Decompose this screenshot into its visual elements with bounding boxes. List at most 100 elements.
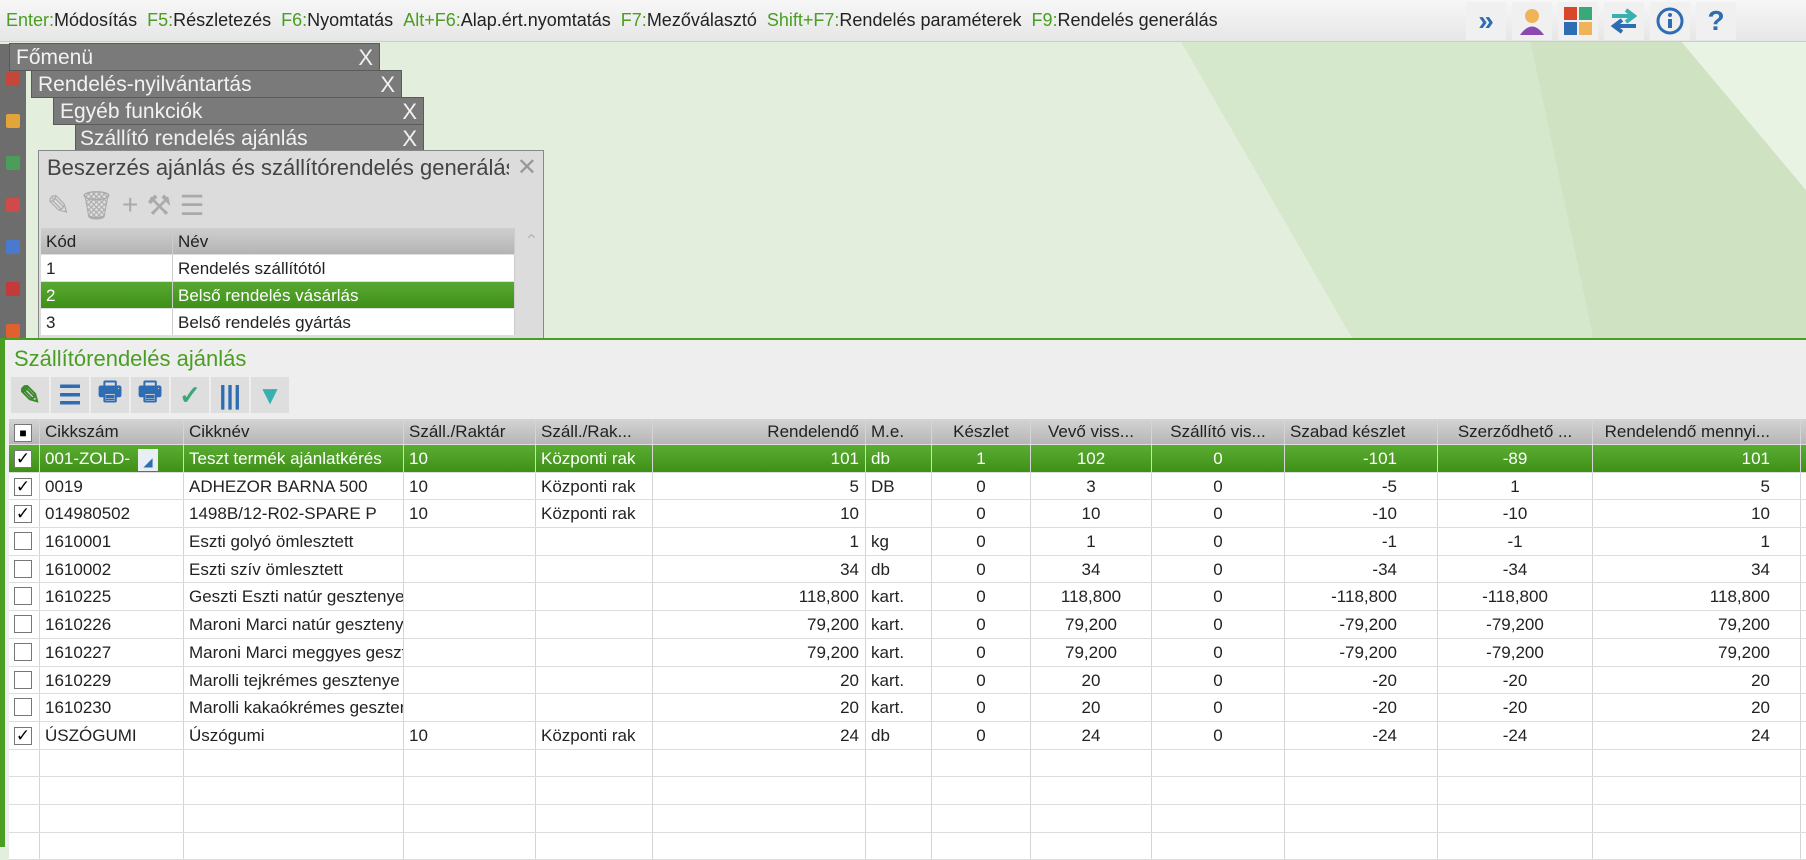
double-chevron-right-icon[interactable]: » (1466, 2, 1506, 40)
table-row[interactable]: 1610227Maroni Marci meggyes gesztenye 79,… (9, 638, 1806, 667)
column-header-kod[interactable]: Kód (41, 228, 173, 254)
cell: 014980502 (40, 500, 184, 528)
column-header[interactable]: Cikknév (184, 419, 404, 444)
module-icon[interactable] (6, 72, 20, 86)
tiles-icon[interactable] (1558, 2, 1598, 40)
close-icon[interactable]: X (402, 98, 417, 126)
shortcut-4[interactable]: F7:Mezőválasztó (621, 10, 757, 31)
row-checkbox[interactable]: ✓ (9, 445, 40, 472)
shortcut-label: Alap.ért.nyomtatás (460, 10, 611, 30)
shortcut-6[interactable]: F9:Rendelés generálás (1032, 10, 1218, 31)
cell: 0 (932, 694, 1031, 721)
window-tab-szallito-rendeles-ajanlas[interactable]: Szállító rendelés ajánlás X (75, 124, 424, 152)
table-row[interactable]: 3 Belső rendelés gyártás (41, 309, 515, 336)
cell: 79,200 (1593, 638, 1801, 666)
shortcut-0[interactable]: Enter:Módosítás (6, 10, 137, 31)
cell: -20 (1285, 694, 1438, 721)
column-header[interactable]: Szabad készlet (1285, 419, 1438, 444)
table-row[interactable]: ✓ 014980502 1498B/12-R02-SPARE P 10 Központi… (9, 500, 1806, 529)
edit-icon[interactable]: ✎ (11, 377, 49, 413)
module-icon[interactable] (6, 324, 20, 338)
table-row[interactable]: 1610229 Marolli tejkrémes gesztenye 20 kart… (9, 666, 1806, 695)
user-icon[interactable] (1512, 2, 1552, 40)
window-tab-fomenu[interactable]: Főmenü X (9, 43, 380, 71)
table-row[interactable]: 1610226 Maroni Marci natúr gesztenye 79,20… (9, 611, 1806, 639)
column-header[interactable]: Szállító vis... (1152, 419, 1285, 444)
table-row[interactable]: ✓ 001-ZOLD- ◢ Teszt termék ajánlatkérés 10 Kö… (9, 445, 1806, 473)
dropdown-icon[interactable]: ◢ (138, 448, 159, 471)
table-row[interactable]: ✓ ÚSZÓGUMI Úszógumi 10 Központi rak 24 db 0 24 0-… (9, 721, 1806, 750)
cell: 3 (1031, 472, 1152, 500)
column-header[interactable]: Vevő viss... (1031, 419, 1152, 444)
edit-icon[interactable]: ✎ (47, 189, 70, 221)
table-row[interactable]: ✓ 0019 ADHEZOR BARNA 500 10 Központi rak 5 DB 0… (9, 472, 1806, 501)
check-list-icon[interactable]: ✓ (171, 377, 209, 413)
module-icon[interactable] (6, 240, 20, 254)
close-icon[interactable]: X (402, 125, 417, 153)
cell: -79,200 (1438, 611, 1593, 638)
cell: 34 (1031, 555, 1152, 583)
row-checkbox[interactable] (9, 694, 40, 721)
window-title: Főmenü (16, 46, 94, 69)
menu-icon[interactable]: ☰ (51, 377, 89, 413)
row-checkbox[interactable] (9, 611, 40, 638)
plus-icon[interactable]: + (122, 189, 138, 221)
row-checkbox[interactable] (9, 638, 40, 666)
column-header[interactable]: Szerződhető ... (1438, 419, 1593, 444)
module-icon[interactable] (6, 198, 20, 212)
window-tab-rendeles-nyilvantartas[interactable]: Rendelés-nyilvántartás X (31, 70, 402, 98)
column-header[interactable]: Száll./Raktár (404, 419, 536, 444)
filter-icon[interactable]: ▼ (251, 377, 289, 413)
table-row[interactable]: 1610225 Geszti Eszti natúr gesztenye 118,8… (9, 583, 1806, 612)
close-icon[interactable]: X (380, 71, 395, 99)
row-checkbox[interactable]: ✓ (9, 721, 40, 749)
cell-nev: Rendelés szállítótól (173, 255, 515, 281)
table-row[interactable]: 1610002 Eszti szív ömlesztett 34 db 0 34 0 -34-… (9, 555, 1806, 584)
menu-icon[interactable]: ☰ (179, 189, 204, 221)
proposal-table: ■ Cikkszám Cikknév Száll./Raktár Száll./Rak.… (9, 419, 1806, 860)
shortcut-2[interactable]: F6:Nyomtatás (281, 10, 393, 31)
close-icon[interactable]: X (358, 44, 373, 72)
row-checkbox[interactable] (9, 583, 40, 611)
table-row[interactable]: 1610230 Marolli kakaókrémes gesztenye 20 ka… (9, 694, 1806, 722)
row-checkbox[interactable] (9, 666, 40, 694)
column-header[interactable]: Száll./Rak... (536, 419, 653, 444)
column-header[interactable]: Készlet (932, 419, 1031, 444)
shortcut-1[interactable]: F5:Részletezés (147, 10, 271, 31)
close-icon[interactable]: ✕ (517, 153, 537, 182)
column-header[interactable]: Rendelendő (653, 419, 866, 444)
shortcut-3[interactable]: Alt+F6:Alap.ért.nyomtatás (403, 10, 611, 31)
column-header-nev[interactable]: Név (173, 228, 515, 254)
window-title: Egyéb funkciók (60, 100, 203, 123)
column-header[interactable]: Rendelendő mennyi... (1593, 419, 1801, 444)
scroll-up-icon[interactable]: ⌃ (524, 231, 539, 252)
trash-icon[interactable]: 🗑 (78, 189, 114, 221)
module-icon[interactable] (6, 282, 20, 296)
tools-icon[interactable]: ⚒ (146, 189, 171, 221)
row-checkbox[interactable]: ✓ (9, 472, 40, 500)
module-icon[interactable] (6, 156, 20, 170)
shortcut-label: Részletezés (173, 10, 272, 30)
row-checkbox[interactable] (9, 555, 40, 583)
print-preview-icon[interactable]: 🖶 (131, 376, 169, 413)
column-header[interactable]: M.e. (866, 419, 932, 444)
column-header[interactable]: Cikkszám (40, 419, 184, 444)
cell: -10 (1438, 500, 1593, 528)
select-all-checkbox[interactable]: ■ (9, 419, 40, 444)
columns-icon[interactable]: ||| (211, 377, 249, 413)
table-row[interactable]: 1 Rendelés szállítótól (41, 255, 515, 282)
module-icon[interactable] (6, 114, 20, 128)
generation-dialog: Beszerzés ajánlás és szállítórendelés ge… (38, 150, 544, 340)
table-row[interactable]: 1610001 Eszti golyó ömlesztett 1 kg 0 1 0 -1 -1 1 (9, 528, 1806, 556)
row-checkbox[interactable]: ✓ (9, 500, 40, 528)
print-icon[interactable]: 🖶 (91, 376, 129, 413)
swap-arrows-icon[interactable] (1604, 2, 1644, 40)
table-row-selected[interactable]: 2 Belső rendelés vásárlás (41, 282, 515, 309)
help-icon[interactable]: ? (1696, 2, 1736, 40)
cell: kart. (866, 694, 932, 721)
row-checkbox[interactable] (9, 528, 40, 555)
shortcut-5[interactable]: Shift+F7:Rendelés paraméterek (767, 10, 1022, 31)
window-tab-egyeb-funkciok[interactable]: Egyéb funkciók X (53, 97, 424, 125)
cell: -79,200 (1285, 638, 1438, 666)
info-icon[interactable] (1650, 2, 1690, 40)
